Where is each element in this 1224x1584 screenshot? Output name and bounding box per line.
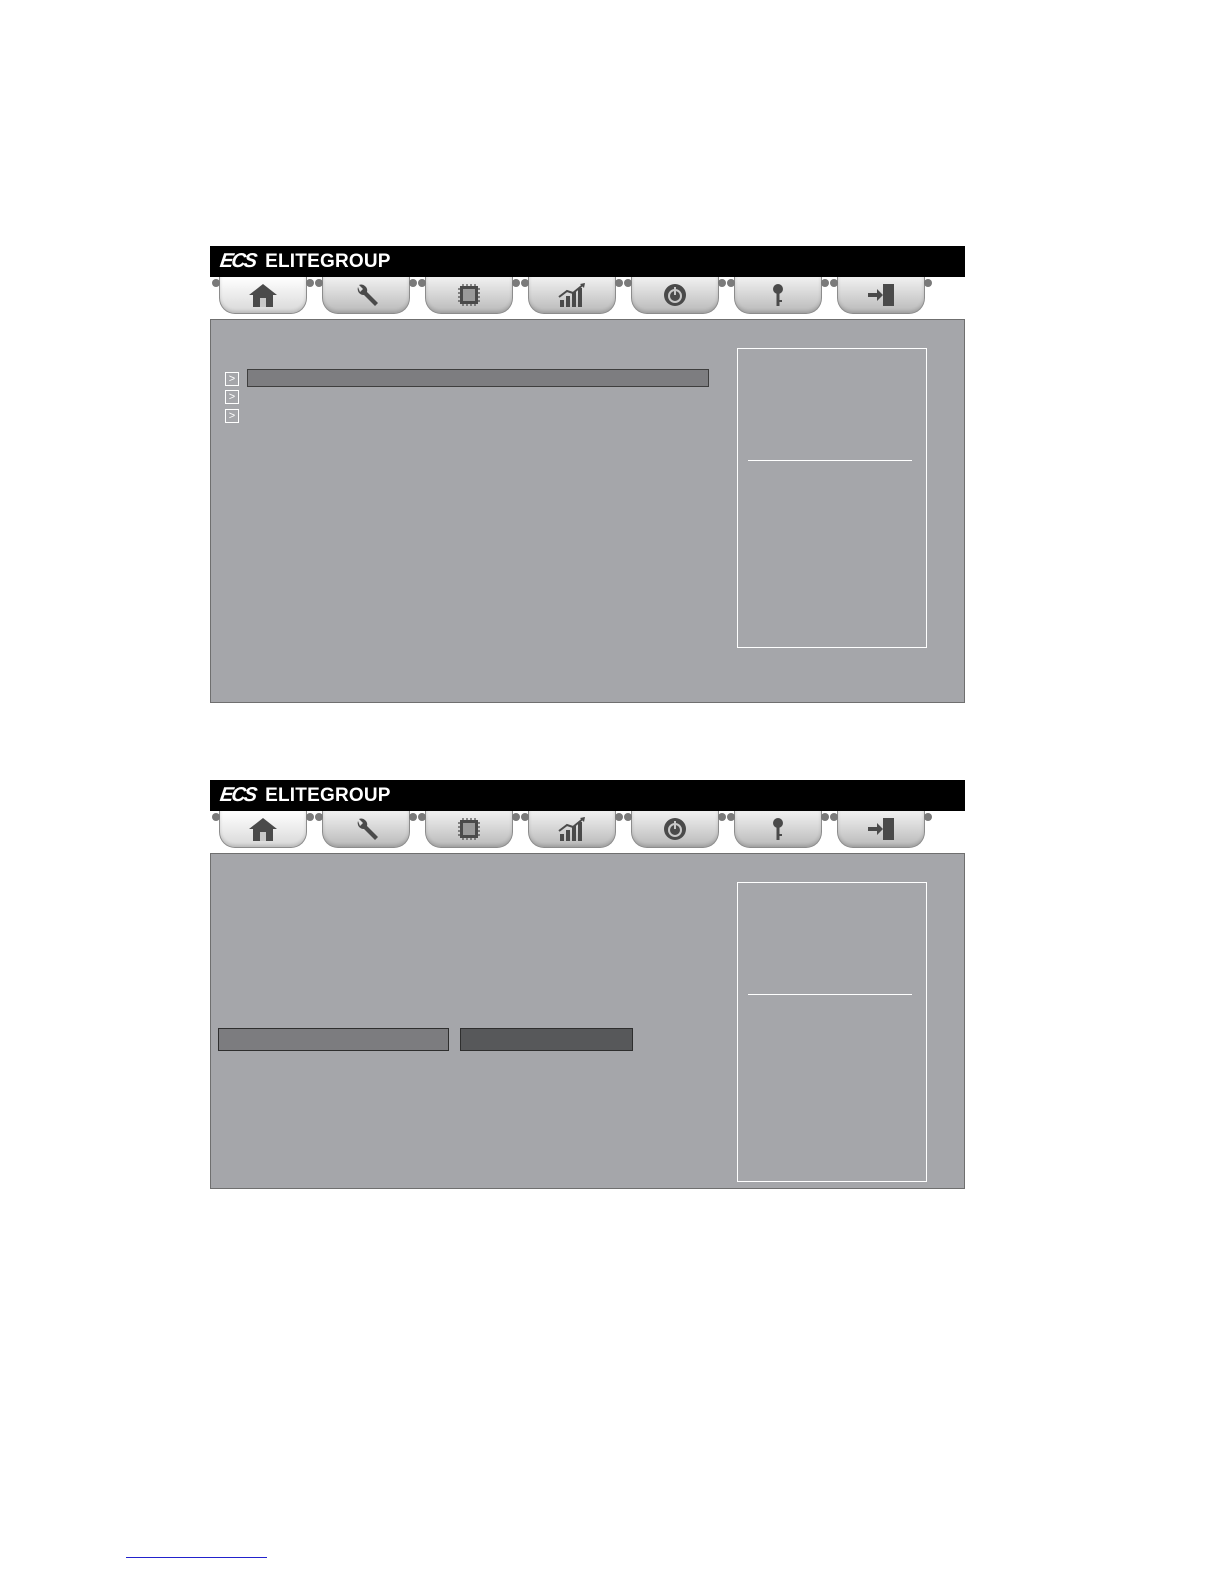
home-icon xyxy=(249,284,277,307)
ecs-logo: ECS xyxy=(218,250,257,272)
exit-icon xyxy=(868,818,894,840)
tab-advanced[interactable] xyxy=(315,811,417,848)
tab-main[interactable] xyxy=(212,811,314,848)
tab-strip xyxy=(210,811,965,853)
home-icon xyxy=(249,818,277,841)
help-divider xyxy=(748,460,912,461)
chip-icon xyxy=(458,818,480,840)
brand-name: ELITEGROUP xyxy=(265,784,391,806)
ecs-logo: ECS xyxy=(218,784,257,806)
footnote-separator xyxy=(126,1557,267,1558)
help-panel xyxy=(737,882,927,1182)
main-content-panel: > > > xyxy=(210,319,965,703)
help-divider xyxy=(748,994,912,995)
bios-screen-main: ECS ELITEGROUP > > > xyxy=(210,246,965,703)
key-icon xyxy=(773,818,783,840)
key-icon xyxy=(773,284,783,306)
menu-item[interactable]: > xyxy=(225,369,715,387)
help-panel xyxy=(737,348,927,648)
submenu-arrow-icon: > xyxy=(225,409,239,423)
brand-name: ELITEGROUP xyxy=(265,250,391,272)
tab-boot[interactable] xyxy=(624,277,726,314)
submenu-arrow-icon: > xyxy=(225,372,239,386)
menu-item[interactable]: > xyxy=(225,390,715,405)
performance-chart-icon xyxy=(558,283,585,307)
menu-item[interactable]: > xyxy=(225,409,715,424)
tab-chipset[interactable] xyxy=(418,277,520,314)
tab-boot[interactable] xyxy=(624,811,726,848)
power-icon xyxy=(664,284,686,306)
tab-security[interactable] xyxy=(727,811,829,848)
wrench-icon xyxy=(357,284,378,306)
bios-screen-detail: ECS ELITEGROUP xyxy=(210,780,965,1189)
brand-bar: ECS ELITEGROUP xyxy=(210,780,965,811)
tab-mib[interactable] xyxy=(521,811,623,848)
tab-exit[interactable] xyxy=(830,811,932,848)
tab-exit[interactable] xyxy=(830,277,932,314)
tab-mib[interactable] xyxy=(521,277,623,314)
wrench-icon xyxy=(357,818,378,840)
performance-chart-icon xyxy=(558,817,585,841)
chip-icon xyxy=(458,284,480,306)
tab-security[interactable] xyxy=(727,277,829,314)
setting-label-highlight[interactable] xyxy=(218,1028,449,1051)
tab-chipset[interactable] xyxy=(418,811,520,848)
main-content-panel xyxy=(210,853,965,1189)
power-icon xyxy=(664,818,686,840)
exit-icon xyxy=(868,284,894,306)
setting-value-field[interactable] xyxy=(460,1028,633,1051)
selection-highlight xyxy=(247,369,709,387)
brand-bar: ECS ELITEGROUP xyxy=(210,246,965,277)
submenu-arrow-icon: > xyxy=(225,390,239,404)
tab-advanced[interactable] xyxy=(315,277,417,314)
tab-strip xyxy=(210,277,965,319)
tab-main[interactable] xyxy=(212,277,314,314)
